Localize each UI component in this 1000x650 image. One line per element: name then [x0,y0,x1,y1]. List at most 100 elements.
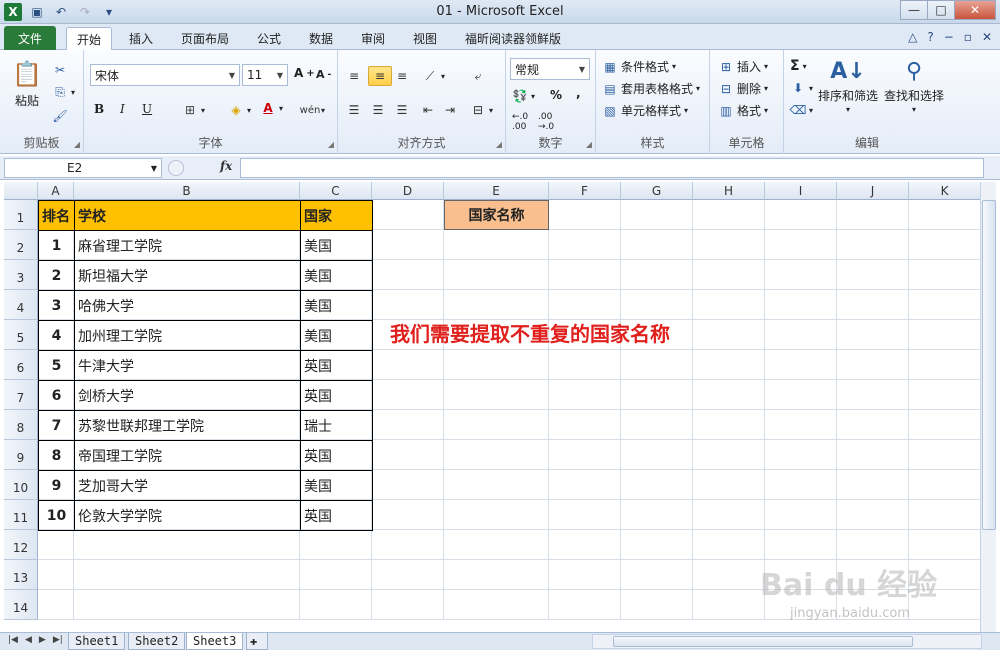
autosum-button[interactable]: Σ ▾ [790,58,807,74]
grid-cell[interactable] [909,200,980,230]
grid-cell[interactable] [444,230,549,260]
align-bottom-button[interactable]: ≡ [394,68,410,84]
grid-cell[interactable] [38,560,74,590]
table-cell[interactable]: 英国 [300,440,373,471]
fill-color-button[interactable]: ◈ ▾ [228,102,251,118]
grid-cell[interactable] [693,380,765,410]
grid-cell[interactable] [444,470,549,500]
cell-e1[interactable]: 国家名称 [444,200,549,230]
mini-close-icon[interactable]: ✕ [982,30,992,44]
grid-cell[interactable] [765,530,837,560]
column-header-f[interactable]: F [549,182,621,200]
grid-cell[interactable] [549,230,621,260]
tab-data[interactable]: 数据 [302,27,340,50]
table-cell[interactable]: 8 [38,440,75,471]
mini-minimize-icon[interactable]: − [944,30,954,44]
grid-cell[interactable] [765,200,837,230]
grid-cell[interactable] [693,290,765,320]
mini-restore-icon[interactable]: ▫ [964,30,972,44]
table-cell[interactable]: 麻省理工学院 [74,230,301,261]
grid-cell[interactable] [837,320,909,350]
grid-cell[interactable] [837,410,909,440]
maximize-icon[interactable]: □ [927,0,955,20]
grid-cell[interactable] [372,410,444,440]
grid-cell[interactable] [372,500,444,530]
grid-cell[interactable] [765,320,837,350]
grid-cell[interactable] [74,530,300,560]
grid-cell[interactable] [837,260,909,290]
formula-input[interactable] [240,158,984,178]
grid-cell[interactable] [372,530,444,560]
grid-cell[interactable] [444,260,549,290]
grid-cell[interactable] [621,290,693,320]
delete-cells-button[interactable]: ⊟ 删除 ▾ [718,80,768,97]
decrease-indent-button[interactable]: ⇤ [420,102,436,118]
formula-cancel-icon[interactable] [168,160,184,176]
collapse-ribbon-icon[interactable]: △ [908,30,917,44]
grid-cell[interactable] [909,320,980,350]
minimize-icon[interactable]: — [900,0,928,20]
grid-cell[interactable] [837,380,909,410]
grid-cell[interactable] [74,590,300,620]
column-header-i[interactable]: I [765,182,837,200]
grid-cell[interactable] [621,530,693,560]
dialog-launcher-icon[interactable]: ◢ [74,140,80,149]
grid-cell[interactable] [909,410,980,440]
grid-cell[interactable] [909,260,980,290]
row-header-11[interactable]: 11 [4,500,38,530]
grid-cell[interactable] [372,560,444,590]
tab-foxit[interactable]: 福昕阅读器领鲜版 [458,27,568,50]
grid-cell[interactable] [300,590,372,620]
grid-cell[interactable] [444,350,549,380]
grid-cell[interactable] [837,350,909,380]
grid-cell[interactable] [909,500,980,530]
grid-cell[interactable] [621,590,693,620]
name-box[interactable]: E2 ▼ [4,158,162,178]
tab-formulas[interactable]: 公式 [250,27,288,50]
column-header-h[interactable]: H [693,182,765,200]
grid-cell[interactable] [549,200,621,230]
tab-home[interactable]: 开始 [66,27,112,51]
cell-styles-button[interactable]: ▧ 单元格样式 ▾ [602,102,688,119]
orientation-button[interactable]: ⟋ ▾ [422,68,445,84]
grid-cell[interactable] [372,200,444,230]
table-cell[interactable]: 斯坦福大学 [74,260,301,291]
grid-cell[interactable] [837,230,909,260]
grid-cell[interactable] [621,470,693,500]
grid-cell[interactable] [765,470,837,500]
grid-cell[interactable] [693,200,765,230]
table-header-cell[interactable]: 国家 [300,200,373,231]
grid-cell[interactable] [372,230,444,260]
grid-cell[interactable] [693,440,765,470]
grid-cell[interactable] [693,500,765,530]
grid-cell[interactable] [372,350,444,380]
row-header-13[interactable]: 13 [4,560,38,590]
find-select-button[interactable]: ⚲ 查找和选择 ▾ [884,56,944,115]
grid-cell[interactable] [38,590,74,620]
table-cell[interactable]: 美国 [300,260,373,291]
table-cell[interactable]: 6 [38,380,75,411]
grid-cell[interactable] [549,290,621,320]
grid-cell[interactable] [837,290,909,320]
grid-cell[interactable] [693,530,765,560]
grid-cell[interactable] [372,470,444,500]
last-sheet-icon[interactable]: ▶| [53,635,63,645]
grid-cell[interactable] [372,590,444,620]
grid-cell[interactable] [74,560,300,590]
copy-button[interactable]: ⎘ ▾ [52,84,75,100]
row-header-8[interactable]: 8 [4,410,38,440]
table-cell[interactable]: 苏黎世联邦理工学院 [74,410,301,441]
column-header-d[interactable]: D [372,182,444,200]
insert-function-icon[interactable]: fx [220,159,232,173]
grid-cell[interactable] [909,470,980,500]
grid-cell[interactable] [837,470,909,500]
clear-button[interactable]: ⌫ ▾ [790,102,814,118]
grid-cell[interactable] [549,560,621,590]
tab-insert[interactable]: 插入 [122,27,160,50]
grid-cell[interactable] [549,410,621,440]
percent-button[interactable]: % [550,88,562,102]
grid-cell[interactable] [909,350,980,380]
grid-cell[interactable] [549,500,621,530]
vertical-scrollbar[interactable] [980,182,996,632]
grid-cell[interactable] [444,560,549,590]
